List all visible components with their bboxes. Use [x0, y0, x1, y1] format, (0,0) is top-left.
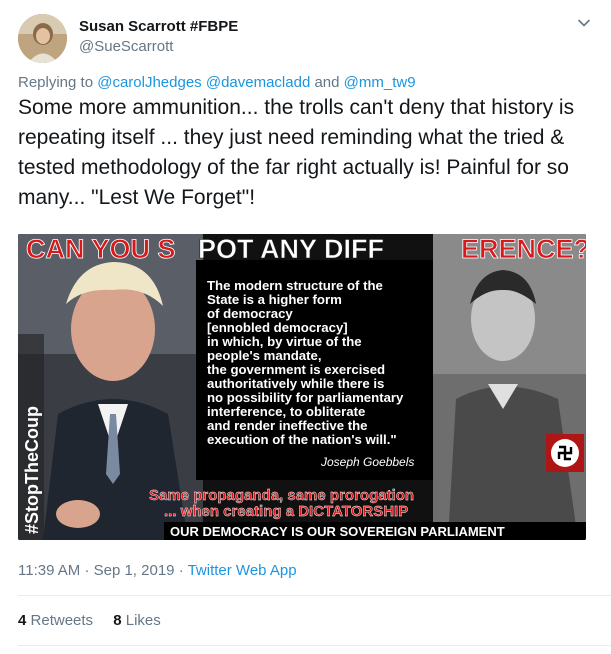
tweet-media-image[interactable]: CAN YOU S POT ANY DIFF ERENCE? The moder…: [18, 234, 586, 540]
chevron-down-icon[interactable]: [575, 14, 593, 32]
quote-line: The modern structure of the: [207, 278, 383, 293]
likes-label: Likes: [125, 612, 161, 629]
media-propaganda-line-2: ... when creating a DICTATORSHIP: [164, 503, 408, 520]
mention-link[interactable]: @carolJhedges: [97, 74, 201, 91]
author-handle[interactable]: @SueScarrott: [79, 38, 173, 55]
mention-link[interactable]: @davemacladd: [206, 74, 310, 91]
tweet-date[interactable]: Sep 1, 2019: [94, 562, 175, 579]
quote-line: authoritatively while there is: [207, 376, 384, 391]
tweet-text: Some more ammunition... the trolls can't…: [18, 96, 575, 209]
author-display-name[interactable]: Susan Scarrott #FBPE: [79, 18, 238, 35]
media-headline-part-1: CAN YOU S: [26, 234, 176, 264]
tweet-metadata: 11:39 AM · Sep 1, 2019 · Twitter Web App: [18, 562, 297, 579]
media-bottom-banner: OUR DEMOCRACY IS OUR SOVEREIGN PARLIAMEN…: [170, 524, 505, 539]
quote-author: Joseph Goebbels: [320, 455, 414, 469]
author-avatar[interactable]: [18, 14, 67, 63]
quote-line: execution of the nation's will.": [207, 432, 397, 447]
quote-line: [ennobled democracy]: [207, 320, 348, 335]
tweet-time[interactable]: 11:39 AM: [18, 562, 80, 579]
quote-line: interference, to obliterate: [207, 404, 365, 419]
replying-to-line: Replying to @carolJhedges @davemacladd a…: [18, 74, 416, 91]
replying-to-joiner: and: [314, 74, 340, 91]
quote-line: people's mandate,: [207, 348, 322, 363]
quote-line: in which, by virtue of the: [207, 334, 362, 349]
quote-line: State is a higher form: [207, 292, 342, 307]
tweet-stats: 4 Retweets 8 Likes: [18, 612, 177, 629]
media-side-hashtag: #StopTheCoup: [22, 406, 42, 534]
avatar-image: [18, 14, 67, 63]
quote-line: no possibility for parliamentary: [207, 390, 404, 405]
likes-count: 8: [113, 612, 122, 629]
divider: [18, 645, 611, 646]
meta-separator: ·: [178, 562, 184, 579]
retweets-count: 4: [18, 612, 27, 629]
tweet-source-link[interactable]: Twitter Web App: [188, 562, 297, 579]
divider: [18, 595, 611, 596]
mention-link[interactable]: @mm_tw9: [344, 74, 416, 91]
quote-line: the government is exercised: [207, 362, 385, 377]
replying-to-label: Replying to: [18, 74, 94, 91]
media-headline-part-3: ERENCE?: [461, 234, 586, 264]
retweets-label: Retweets: [30, 612, 94, 629]
retweets-stat[interactable]: 4 Retweets: [18, 612, 93, 629]
meta-separator: ·: [84, 562, 90, 579]
media-headline-part-2: POT ANY DIFF: [198, 234, 384, 264]
likes-stat[interactable]: 8 Likes: [113, 612, 161, 629]
quote-line: of democracy: [207, 306, 293, 321]
media-propaganda-line-1: Same propaganda, same prorogation: [149, 487, 414, 504]
quote-line: and render ineffective the: [207, 418, 368, 433]
